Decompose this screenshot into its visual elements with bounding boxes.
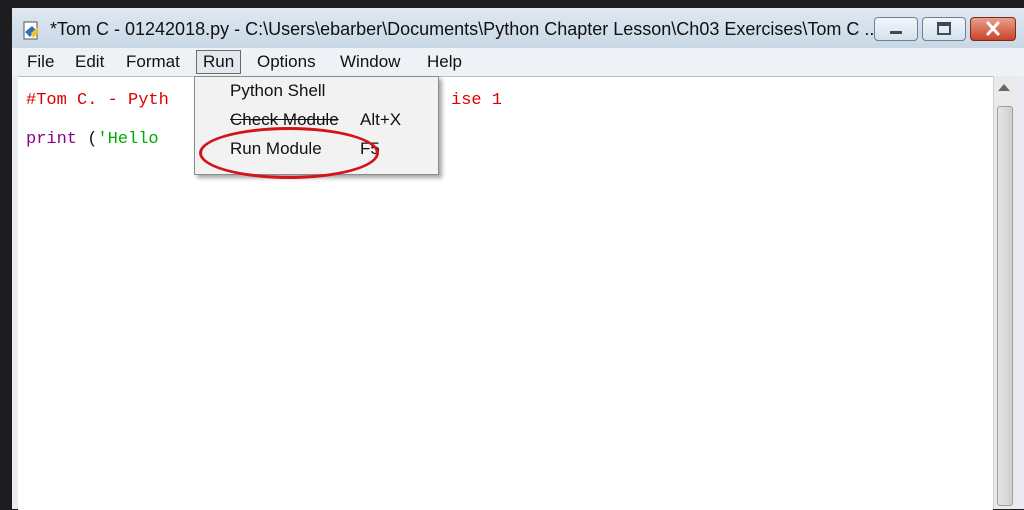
idle-editor-window: *Tom C - 01242018.py - C:\Users\ebarber\… [12, 8, 1024, 510]
check-module-label: Check Module [230, 110, 339, 129]
title-bar[interactable]: *Tom C - 01242018.py - C:\Users\ebarber\… [12, 8, 1024, 48]
close-icon [971, 18, 1015, 40]
menu-bar: File Edit Format Run Options Window Help [12, 48, 1024, 76]
menu-item-run-module[interactable]: Run Module F5 [195, 135, 438, 163]
menu-item-python-shell[interactable]: Python Shell [195, 77, 438, 105]
vertical-scrollbar[interactable] [993, 76, 1017, 509]
scroll-up-arrow-icon[interactable] [998, 84, 1010, 91]
print-string: 'Hello [97, 130, 169, 149]
run-module-shortcut: F5 [360, 139, 380, 158]
menu-edit[interactable]: Edit [70, 51, 109, 73]
menu-window[interactable]: Window [335, 51, 405, 73]
minimize-icon [875, 18, 917, 40]
run-module-label: Run Module [230, 139, 322, 158]
python-shell-label: Python Shell [230, 81, 326, 100]
menu-item-check-module[interactable]: Check Module Alt+X [195, 106, 438, 134]
code-comment-tail: ise 1 [451, 91, 503, 110]
python-idle-icon [22, 20, 42, 42]
code-editor[interactable]: #Tom C. - Pyth ise 1 print ('Hello [18, 76, 993, 510]
window-title: *Tom C - 01242018.py - C:\Users\ebarber\… [50, 19, 880, 39]
menu-help[interactable]: Help [422, 51, 467, 73]
run-menu-dropdown: Python Shell Check Module Alt+X Run Modu… [194, 76, 439, 175]
check-module-shortcut: Alt+X [360, 110, 402, 129]
maximize-button[interactable] [922, 17, 966, 41]
minimize-button[interactable] [874, 17, 918, 41]
print-paren: ( [77, 130, 98, 149]
menu-options[interactable]: Options [252, 51, 321, 73]
code-comment-line: #Tom C. - Pyth [26, 91, 169, 110]
close-button[interactable] [970, 17, 1016, 41]
maximize-icon [923, 18, 965, 40]
comment-visible-text: #Tom C. - Pyth [26, 91, 169, 110]
menu-format[interactable]: Format [121, 51, 185, 73]
scroll-thumb[interactable] [997, 106, 1013, 506]
code-print-line: print ('Hello [26, 130, 169, 149]
menu-file[interactable]: File [22, 51, 59, 73]
print-keyword: print [26, 130, 78, 149]
menu-run[interactable]: Run [196, 50, 242, 74]
